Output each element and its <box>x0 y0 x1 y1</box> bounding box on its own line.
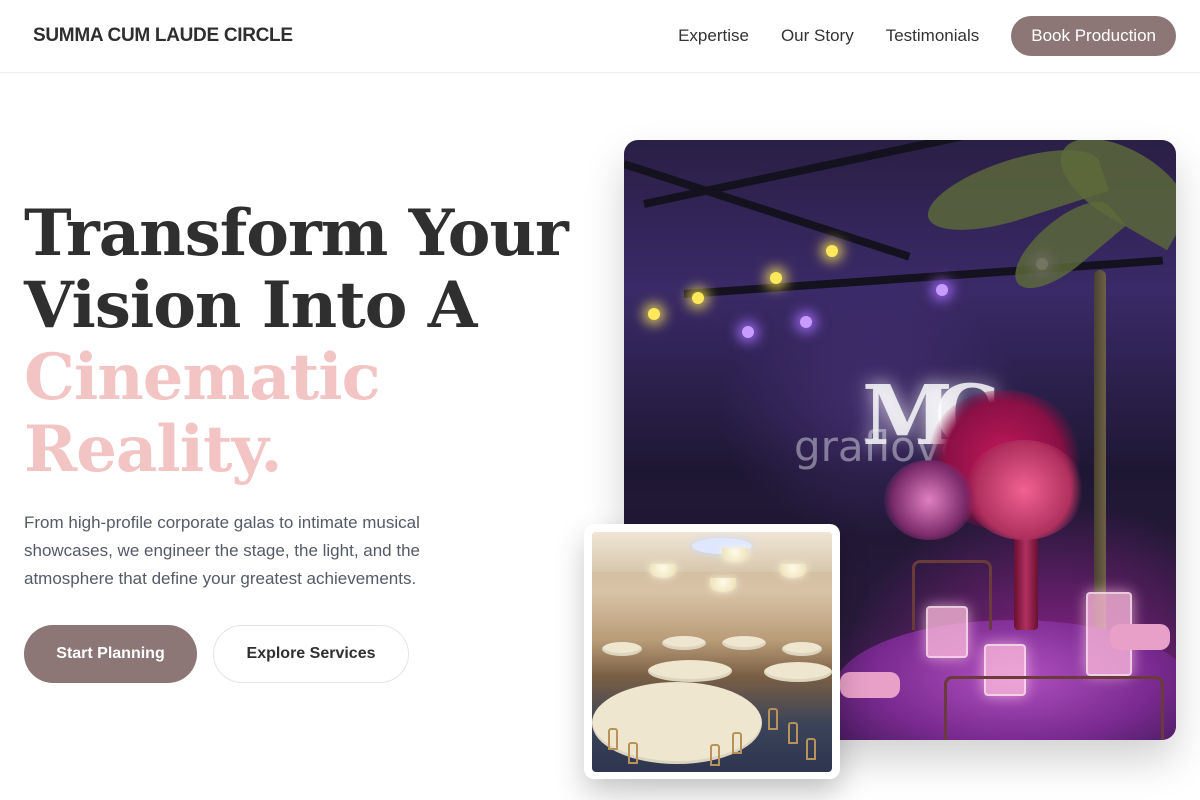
hero-headline: Transform Your Vision Into A Cinematic R… <box>24 198 604 486</box>
flower-arrangement <box>884 460 974 540</box>
book-production-button[interactable]: Book Production <box>1011 16 1176 56</box>
ballroom-photo <box>592 532 832 772</box>
round-table <box>722 636 766 650</box>
chandelier <box>650 564 676 578</box>
round-table <box>764 662 832 682</box>
round-table <box>662 636 706 650</box>
stage-light <box>826 245 838 257</box>
top-nav: SUMMA CUM LAUDE CIRCLE Expertise Our Sto… <box>0 0 1200 73</box>
gold-chair <box>628 742 638 764</box>
headline-line-1: Transform Your <box>24 196 569 271</box>
nav-link-our-story[interactable]: Our Story <box>781 26 854 46</box>
round-table <box>602 642 642 656</box>
explore-services-button[interactable]: Explore Services <box>213 625 409 683</box>
stage-light <box>770 272 782 284</box>
chandelier <box>722 548 748 562</box>
gold-chair <box>768 708 778 730</box>
gold-chair <box>608 728 618 750</box>
gold-chair <box>710 744 720 766</box>
start-planning-button[interactable]: Start Planning <box>24 625 197 683</box>
headline-accent-line-2: Reality. <box>24 412 283 487</box>
gold-chair <box>788 722 798 744</box>
nav-link-testimonials[interactable]: Testimonials <box>886 26 980 46</box>
napkin <box>840 672 900 698</box>
gold-chair <box>732 732 742 754</box>
hero-lead-text: From high-profile corporate galas to int… <box>24 513 420 588</box>
headline-line-2: Vision Into A <box>24 268 477 343</box>
round-table <box>648 660 732 682</box>
stage-light <box>936 284 948 296</box>
headline-accent-line-1: Cinematic <box>24 340 381 415</box>
chiavari-chair <box>912 560 992 630</box>
flower-arrangement <box>964 440 1084 540</box>
stage-light <box>800 316 812 328</box>
gold-chair <box>806 738 816 760</box>
stage-truss <box>683 256 1164 298</box>
nav-link-expertise[interactable]: Expertise <box>678 26 749 46</box>
stage-light <box>692 292 704 304</box>
ballroom-inset-card <box>584 524 840 779</box>
stage-light <box>742 326 754 338</box>
chandelier <box>710 578 736 592</box>
chiavari-chair <box>944 676 1164 740</box>
stage-light <box>648 308 660 320</box>
brand-logo[interactable]: SUMMA CUM LAUDE CIRCLE <box>33 25 293 47</box>
chandelier <box>780 564 806 578</box>
round-table <box>782 642 822 656</box>
napkin <box>1110 624 1170 650</box>
nav-links: Expertise Our Story Testimonials Book Pr… <box>646 16 1176 56</box>
